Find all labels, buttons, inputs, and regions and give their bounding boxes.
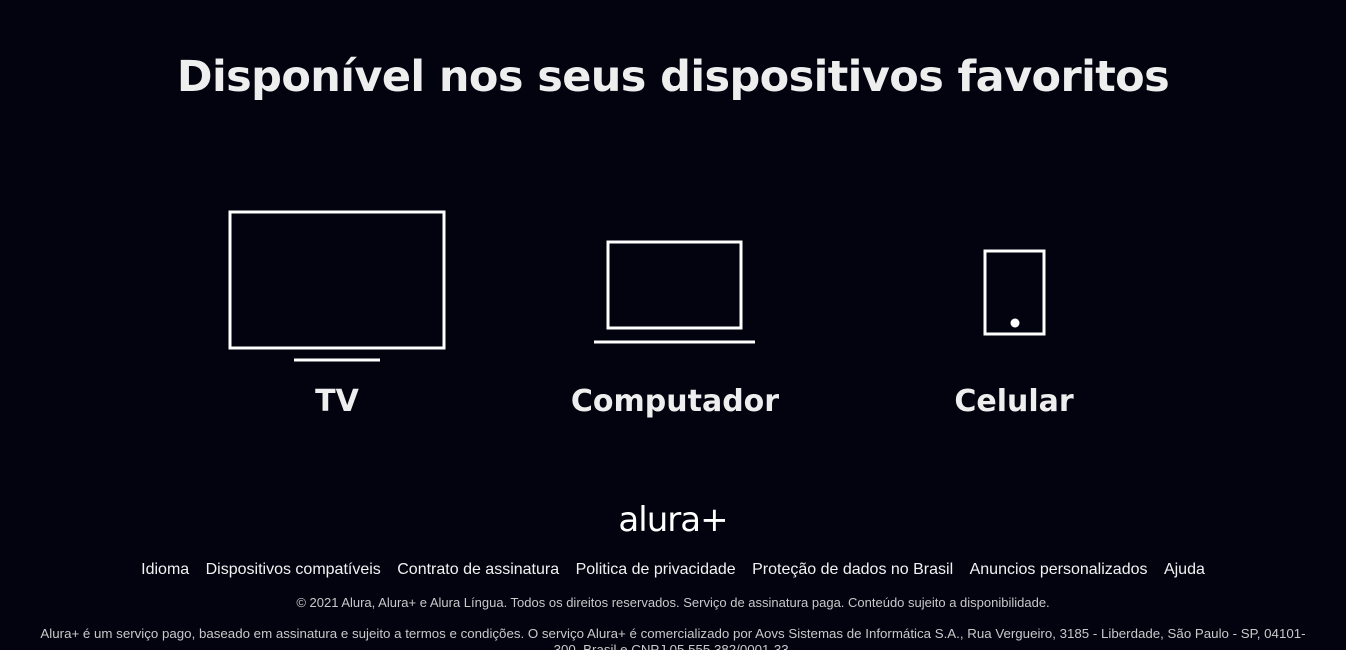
phone-icon <box>983 249 1046 336</box>
device-tv: TV <box>187 200 487 440</box>
tv-icon <box>228 210 446 362</box>
laptop-icon <box>594 240 755 344</box>
footer-links: Idioma Dispositivos compatíveis Contrato… <box>0 561 1346 579</box>
device-phone: Celular <box>864 200 1164 440</box>
device-label-tv: TV <box>315 384 359 419</box>
device-computer: Computador <box>525 200 825 440</box>
footer-link-contrato[interactable]: Contrato de assinatura <box>397 561 559 578</box>
footer-link-idioma[interactable]: Idioma <box>141 561 189 578</box>
device-label-computer: Computador <box>570 384 780 419</box>
footer-link-anuncios[interactable]: Anuncios personalizados <box>970 561 1148 578</box>
footer-link-protecao-dados[interactable]: Proteção de dados no Brasil <box>752 561 953 578</box>
copyright-text: © 2021 Alura, Alura+ e Alura Língua. Tod… <box>296 595 1050 610</box>
footer-link-dispositivos[interactable]: Dispositivos compatíveis <box>206 561 381 578</box>
page-title: Disponível nos seus dispositivos favorit… <box>176 52 1170 102</box>
legal-disclaimer: Alura+ é um serviço pago, baseado em ass… <box>40 626 1306 650</box>
device-label-phone: Celular <box>954 384 1074 419</box>
footer-link-ajuda[interactable]: Ajuda <box>1164 561 1205 578</box>
alura-plus-logo[interactable]: alura+ <box>0 500 1346 540</box>
devices-page: Disponível nos seus dispositivos favorit… <box>0 0 1346 650</box>
footer-link-privacidade[interactable]: Politica de privacidade <box>576 561 736 578</box>
